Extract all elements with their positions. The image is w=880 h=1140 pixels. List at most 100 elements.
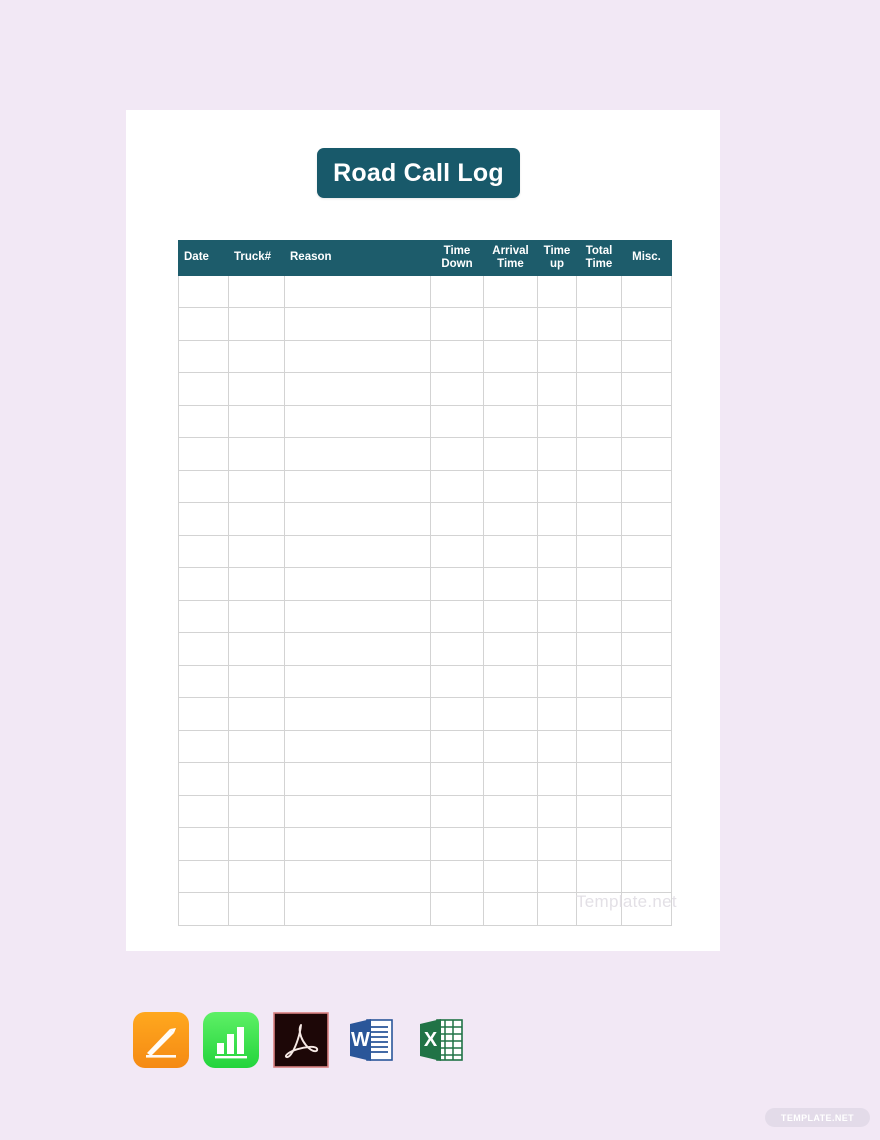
table-cell[interactable] [483, 794, 538, 829]
table-cell[interactable] [430, 729, 484, 764]
table-cell[interactable] [621, 437, 672, 471]
table-cell[interactable] [430, 599, 484, 634]
table-cell[interactable] [228, 892, 285, 926]
table-cell[interactable] [284, 632, 431, 666]
table-cell[interactable] [430, 437, 484, 471]
table-row[interactable] [178, 372, 672, 406]
table-cell[interactable] [178, 502, 229, 536]
table-cell[interactable] [228, 469, 285, 504]
table-cell[interactable] [430, 534, 484, 569]
table-cell[interactable] [537, 534, 577, 569]
table-cell[interactable] [178, 762, 229, 796]
table-cell[interactable] [430, 827, 484, 861]
table-row[interactable] [178, 534, 672, 569]
table-cell[interactable] [576, 599, 622, 634]
table-cell[interactable] [537, 599, 577, 634]
apple-numbers-icon[interactable] [203, 1012, 259, 1068]
table-cell[interactable] [576, 534, 622, 569]
table-row[interactable] [178, 632, 672, 666]
table-row[interactable] [178, 729, 672, 764]
table-cell[interactable] [228, 404, 285, 439]
table-cell[interactable] [576, 664, 622, 699]
table-cell[interactable] [228, 502, 285, 536]
table-cell[interactable] [576, 827, 622, 861]
table-cell[interactable] [576, 469, 622, 504]
table-cell[interactable] [228, 859, 285, 894]
table-row[interactable] [178, 762, 672, 796]
table-cell[interactable] [621, 469, 672, 504]
table-cell[interactable] [430, 892, 484, 926]
table-cell[interactable] [178, 404, 229, 439]
table-cell[interactable] [284, 892, 431, 926]
table-cell[interactable] [621, 307, 672, 341]
table-cell[interactable] [537, 827, 577, 861]
table-cell[interactable] [178, 534, 229, 569]
table-cell[interactable] [483, 892, 538, 926]
table-cell[interactable] [576, 339, 622, 374]
table-cell[interactable] [576, 794, 622, 829]
table-cell[interactable] [483, 762, 538, 796]
table-cell[interactable] [228, 339, 285, 374]
table-cell[interactable] [621, 794, 672, 829]
table-cell[interactable] [621, 729, 672, 764]
table-cell[interactable] [228, 827, 285, 861]
table-cell[interactable] [576, 697, 622, 731]
table-cell[interactable] [483, 827, 538, 861]
table-cell[interactable] [178, 567, 229, 601]
table-cell[interactable] [537, 762, 577, 796]
table-cell[interactable] [576, 729, 622, 764]
table-cell[interactable] [483, 274, 538, 309]
table-cell[interactable] [178, 729, 229, 764]
table-cell[interactable] [483, 664, 538, 699]
table-cell[interactable] [537, 859, 577, 894]
table-cell[interactable] [621, 339, 672, 374]
table-row[interactable] [178, 599, 672, 634]
ms-word-icon[interactable]: W [343, 1012, 399, 1068]
table-cell[interactable] [178, 697, 229, 731]
table-cell[interactable] [228, 729, 285, 764]
table-cell[interactable] [284, 339, 431, 374]
table-cell[interactable] [483, 469, 538, 504]
table-cell[interactable] [284, 859, 431, 894]
table-cell[interactable] [228, 599, 285, 634]
table-cell[interactable] [483, 404, 538, 439]
table-cell[interactable] [284, 534, 431, 569]
table-row[interactable] [178, 437, 672, 471]
table-cell[interactable] [537, 664, 577, 699]
table-cell[interactable] [537, 274, 577, 309]
table-cell[interactable] [483, 859, 538, 894]
table-cell[interactable] [621, 664, 672, 699]
table-cell[interactable] [430, 404, 484, 439]
table-cell[interactable] [576, 762, 622, 796]
table-cell[interactable] [178, 794, 229, 829]
table-row[interactable] [178, 827, 672, 861]
table-cell[interactable] [284, 274, 431, 309]
table-cell[interactable] [228, 664, 285, 699]
table-cell[interactable] [537, 729, 577, 764]
table-cell[interactable] [228, 794, 285, 829]
table-cell[interactable] [284, 697, 431, 731]
table-cell[interactable] [284, 567, 431, 601]
table-cell[interactable] [228, 274, 285, 309]
table-row[interactable] [178, 567, 672, 601]
table-cell[interactable] [621, 762, 672, 796]
table-cell[interactable] [576, 502, 622, 536]
table-cell[interactable] [621, 892, 672, 926]
table-cell[interactable] [178, 469, 229, 504]
table-cell[interactable] [284, 502, 431, 536]
table-cell[interactable] [284, 827, 431, 861]
table-cell[interactable] [621, 567, 672, 601]
table-cell[interactable] [576, 274, 622, 309]
table-cell[interactable] [537, 372, 577, 406]
table-cell[interactable] [621, 502, 672, 536]
table-cell[interactable] [483, 632, 538, 666]
table-row[interactable] [178, 664, 672, 699]
table-cell[interactable] [178, 437, 229, 471]
table-cell[interactable] [483, 534, 538, 569]
table-cell[interactable] [576, 404, 622, 439]
table-cell[interactable] [178, 632, 229, 666]
table-row[interactable] [178, 339, 672, 374]
table-cell[interactable] [483, 307, 538, 341]
table-cell[interactable] [537, 632, 577, 666]
table-cell[interactable] [621, 599, 672, 634]
